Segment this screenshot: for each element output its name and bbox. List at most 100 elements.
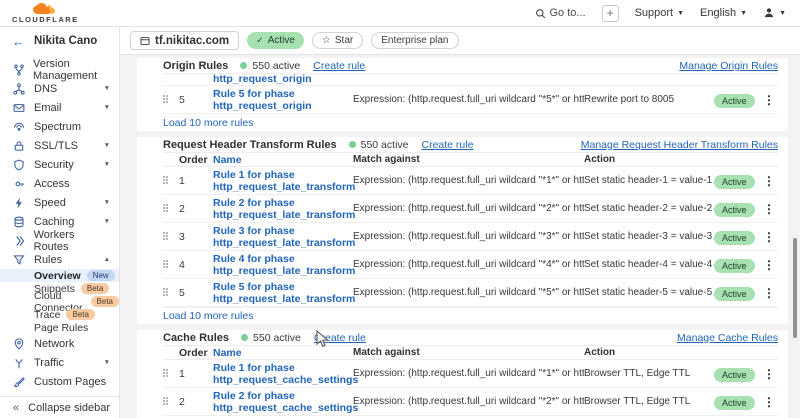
language-menu[interactable]: English ▼ (700, 7, 747, 19)
sidebar-item-spectrum[interactable]: Spectrum (0, 117, 119, 136)
rule-match-expression: Expression: (http.request.full_uri wildc… (353, 231, 584, 242)
sidebar-item-email[interactable]: Email ▼ (0, 98, 119, 117)
sidebar-item-speed[interactable]: Speed ▼ (0, 193, 119, 212)
star-button[interactable]: ☆ Star (312, 32, 363, 49)
sidebar-item-rules-overview[interactable]: Overview New (0, 269, 119, 282)
manage-cache-rules-link[interactable]: Manage Cache Rules (677, 332, 778, 344)
add-site-button[interactable]: + (602, 5, 619, 22)
rule-action: Rewrite port to 8005 (584, 94, 714, 105)
sidebar: ← Nikita Cano Version Management DNS ▼ E… (0, 27, 120, 418)
drag-handle[interactable] (163, 95, 170, 104)
section-title: Request Header Transform Rules (163, 139, 337, 151)
rule-action: Set static header-4 = value-4 (584, 259, 714, 270)
kebab-menu-icon[interactable]: ⋮ (760, 202, 778, 216)
rule-name-link[interactable]: http_request_origin (213, 74, 312, 85)
active-dot-icon (240, 62, 247, 69)
table-row: 5 Rule 5 for phasehttp_request_origin Ex… (163, 86, 778, 114)
domain-header: tf.nikitac.com ✓ Active ☆ Star Enterpris… (120, 27, 800, 55)
sidebar-item-custom-pages[interactable]: Custom Pages (0, 372, 119, 391)
drag-handle[interactable] (163, 369, 170, 378)
sidebar-child-label: Trace (34, 309, 60, 321)
domain-selector[interactable]: tf.nikitac.com (130, 31, 239, 50)
sidebar-child-label: Overview (34, 270, 81, 282)
rule-name-link[interactable]: Rule 2 for phasehttp_request_cache_setti… (213, 390, 353, 414)
global-search[interactable]: Go to... (535, 7, 586, 19)
shield-icon (13, 159, 26, 171)
sidebar-item-rules-page-rules[interactable]: Page Rules (0, 321, 119, 334)
create-rule-link[interactable]: Create rule (313, 60, 365, 72)
load-more-rules-link[interactable]: Load 10 more rules (163, 310, 253, 322)
star-label: Star (335, 35, 353, 46)
sidebar-item-version-management[interactable]: Version Management (0, 60, 119, 79)
rule-name-link[interactable]: Rule 4 for phasehttp_request_late_transf… (213, 253, 353, 277)
kebab-menu-icon[interactable]: ⋮ (760, 93, 778, 107)
support-menu[interactable]: Support ▼ (635, 7, 684, 19)
collapse-sidebar-button[interactable]: « Collapse sidebar (0, 396, 119, 418)
drag-handle[interactable] (163, 204, 170, 213)
chevron-down-icon: ▼ (104, 218, 110, 225)
column-name: Name (213, 347, 353, 359)
rule-name-link[interactable]: Rule 5 for phasehttp_request_origin (213, 88, 353, 112)
rule-name-link[interactable]: Rule 1 for phasehttp_request_cache_setti… (213, 362, 353, 386)
kebab-menu-icon[interactable]: ⋮ (760, 258, 778, 272)
back-arrow-icon[interactable]: ← (12, 35, 25, 48)
sidebar-item-dns[interactable]: DNS ▼ (0, 79, 119, 98)
kebab-menu-icon[interactable]: ⋮ (760, 286, 778, 300)
sidebar-item-security[interactable]: Security ▼ (0, 155, 119, 174)
load-more-rules-link[interactable]: Load 10 more rules (163, 117, 253, 129)
drag-handle[interactable] (163, 176, 170, 185)
sidebar-item-ssl-tls[interactable]: SSL/TLS ▼ (0, 136, 119, 155)
cache-rules-section: Cache Rules 550 active Create rule Manag… (137, 330, 788, 418)
kebab-menu-icon[interactable]: ⋮ (760, 174, 778, 188)
kebab-menu-icon[interactable]: ⋮ (760, 367, 778, 381)
rule-match-expression: Expression: (http.request.full_uri wildc… (353, 287, 584, 298)
collapse-icon: « (13, 402, 19, 414)
sidebar-item-label: SSL/TLS (34, 140, 78, 152)
workers-icon (13, 235, 26, 247)
vertical-scrollbar[interactable] (793, 238, 797, 338)
email-icon (13, 102, 26, 114)
sidebar-item-access[interactable]: Access (0, 174, 119, 193)
status-badge: ✓ Active (247, 32, 304, 49)
new-badge: New (87, 270, 115, 281)
rule-order: 5 (179, 94, 213, 106)
manage-transform-rules-link[interactable]: Manage Request Header Transform Rules (581, 139, 778, 151)
traffic-split-icon (13, 357, 26, 369)
create-rule-link[interactable]: Create rule (422, 139, 474, 151)
rule-match-expression: Expression: (http.request.full_uri wildc… (353, 259, 584, 270)
account-header[interactable]: ← Nikita Cano (0, 27, 119, 55)
chevron-up-icon: ▲ (104, 256, 110, 263)
rule-name-link[interactable]: Rule 2 for phasehttp_request_late_transf… (213, 197, 353, 221)
kebab-menu-icon[interactable]: ⋮ (760, 230, 778, 244)
drag-handle[interactable] (163, 288, 170, 297)
check-icon: ✓ (256, 35, 264, 46)
sidebar-item-traffic[interactable]: Traffic ▼ (0, 353, 119, 372)
sidebar-item-label: Custom Pages (34, 376, 106, 388)
user-menu[interactable]: ▼ (763, 7, 786, 19)
active-count: 550 active (361, 139, 409, 151)
sidebar-item-rules-trace[interactable]: Trace Beta (0, 308, 119, 321)
rule-name-link[interactable]: Rule 5 for phasehttp_request_late_transf… (213, 281, 353, 305)
sidebar-item-label: Access (34, 178, 69, 190)
active-dot-icon (241, 334, 248, 341)
database-icon (13, 216, 26, 228)
user-icon (763, 7, 775, 19)
sidebar-item-workers-routes[interactable]: Workers Routes (0, 231, 119, 250)
drag-handle[interactable] (163, 260, 170, 269)
drag-handle[interactable] (163, 397, 170, 406)
sidebar-item-rules[interactable]: Rules ▲ (0, 250, 119, 269)
rule-name-link[interactable]: Rule 1 for phasehttp_request_late_transf… (213, 169, 353, 193)
column-order: Order (179, 154, 213, 166)
sidebar-item-network[interactable]: Network (0, 334, 119, 353)
manage-origin-rules-link[interactable]: Manage Origin Rules (679, 60, 778, 72)
column-name: Name (213, 154, 353, 166)
transform-rules-header: Request Header Transform Rules 550 activ… (163, 137, 778, 153)
column-match: Match against (353, 347, 584, 358)
cloudflare-logo[interactable]: CLOUDFLARE (12, 3, 79, 24)
sidebar-item-rules-cloud-connector[interactable]: Cloud Connector Beta (0, 295, 119, 308)
drag-handle[interactable] (163, 232, 170, 241)
kebab-menu-icon[interactable]: ⋮ (760, 395, 778, 409)
rule-name-link[interactable]: Rule 3 for phasehttp_request_late_transf… (213, 225, 353, 249)
table-row: 1 Rule 1 for phasehttp_request_cache_set… (163, 360, 778, 388)
column-match: Match against (353, 154, 584, 165)
